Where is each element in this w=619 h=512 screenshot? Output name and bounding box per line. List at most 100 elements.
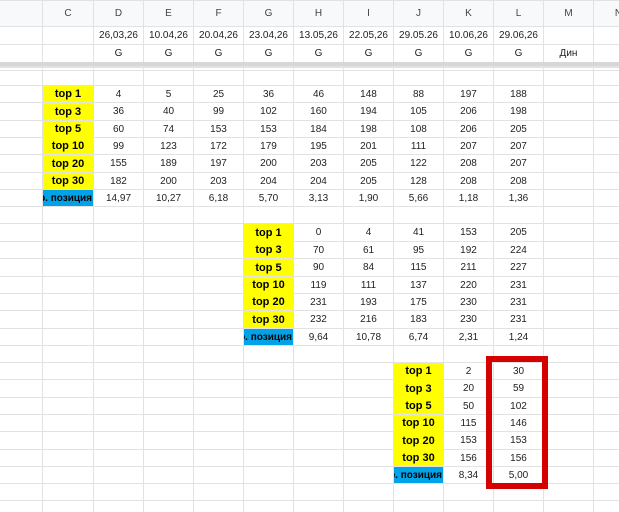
engine-cell[interactable]: G xyxy=(94,45,143,62)
value-cell[interactable]: 115 xyxy=(394,259,443,276)
value-cell[interactable]: 74 xyxy=(144,121,193,137)
column-header-i[interactable]: I xyxy=(344,1,393,26)
date-cell[interactable]: 29.06,26 xyxy=(494,27,543,44)
value-cell[interactable]: 193 xyxy=(344,294,393,310)
value-cell[interactable]: 111 xyxy=(394,138,443,154)
value-cell[interactable]: 224 xyxy=(494,242,543,258)
engine-cell[interactable]: G xyxy=(294,45,343,62)
avg-value-cell[interactable]: 9,64 xyxy=(294,329,343,345)
date-cell[interactable]: 23.04,26 xyxy=(244,27,293,44)
value-cell[interactable]: 231 xyxy=(494,277,543,293)
value-cell[interactable]: 156 xyxy=(494,450,543,466)
rank-label[interactable]: top 5 xyxy=(394,398,443,414)
column-header-g[interactable]: G xyxy=(244,1,293,26)
avg-value-cell[interactable]: 5,66 xyxy=(394,190,443,206)
spreadsheet-grid[interactable]: C D E F G H I J K L M N 26,03,26 10.04,26 20.04,26 23.0… xyxy=(0,0,619,512)
engine-cell[interactable]: G xyxy=(394,45,443,62)
avg-position-label[interactable]: Ср. позиция xyxy=(43,190,93,206)
value-cell[interactable]: 30 xyxy=(494,363,543,379)
value-cell[interactable]: 59 xyxy=(494,380,543,397)
value-cell[interactable]: 230 xyxy=(444,311,493,328)
value-cell[interactable]: 205 xyxy=(494,224,543,241)
avg-value-cell[interactable]: 6,18 xyxy=(194,190,243,206)
value-cell[interactable]: 206 xyxy=(444,121,493,137)
value-cell[interactable]: 128 xyxy=(394,173,443,189)
value-cell[interactable]: 153 xyxy=(444,224,493,241)
column-header-n[interactable]: N xyxy=(594,1,619,26)
value-cell[interactable]: 208 xyxy=(494,173,543,189)
avg-value-cell[interactable]: 2,31 xyxy=(444,329,493,345)
value-cell[interactable]: 194 xyxy=(344,103,393,120)
column-header-j[interactable]: J xyxy=(394,1,443,26)
date-cell[interactable]: 22.05,26 xyxy=(344,27,393,44)
value-cell[interactable]: 111 xyxy=(344,277,393,293)
value-cell[interactable]: 197 xyxy=(194,155,243,172)
value-cell[interactable]: 231 xyxy=(494,311,543,328)
value-cell[interactable]: 25 xyxy=(194,86,243,102)
value-cell[interactable]: 231 xyxy=(494,294,543,310)
value-cell[interactable]: 207 xyxy=(494,138,543,154)
avg-value-cell[interactable]: 10,27 xyxy=(144,190,193,206)
dynamics-header[interactable]: Дин xyxy=(544,45,593,62)
value-cell[interactable]: 123 xyxy=(144,138,193,154)
value-cell[interactable]: 137 xyxy=(394,277,443,293)
column-header-e[interactable]: E xyxy=(144,1,193,26)
value-cell[interactable]: 189 xyxy=(144,155,193,172)
value-cell[interactable]: 40 xyxy=(144,103,193,120)
rank-label[interactable]: top 10 xyxy=(394,415,443,431)
value-cell[interactable]: 148 xyxy=(344,86,393,102)
value-cell[interactable]: 188 xyxy=(494,86,543,102)
value-cell[interactable]: 205 xyxy=(344,173,393,189)
value-cell[interactable]: 153 xyxy=(444,432,493,449)
value-cell[interactable]: 230 xyxy=(444,294,493,310)
rank-label[interactable]: top 3 xyxy=(43,103,93,120)
value-cell[interactable]: 5 xyxy=(144,86,193,102)
value-cell[interactable]: 36 xyxy=(244,86,293,102)
value-cell[interactable]: 155 xyxy=(94,155,143,172)
value-cell[interactable]: 192 xyxy=(444,242,493,258)
value-cell[interactable]: 206 xyxy=(444,103,493,120)
value-cell[interactable]: 153 xyxy=(194,121,243,137)
value-cell[interactable]: 205 xyxy=(494,121,543,137)
rank-label[interactable]: top 30 xyxy=(394,450,443,466)
engine-cell[interactable]: G xyxy=(244,45,293,62)
value-cell[interactable]: 160 xyxy=(294,103,343,120)
avg-value-cell[interactable]: 1,18 xyxy=(444,190,493,206)
value-cell[interactable]: 203 xyxy=(294,155,343,172)
value-cell[interactable]: 231 xyxy=(294,294,343,310)
value-cell[interactable]: 220 xyxy=(444,277,493,293)
rank-label[interactable]: top 3 xyxy=(394,380,443,397)
engine-cell[interactable]: G xyxy=(494,45,543,62)
date-cell[interactable]: 10.04,26 xyxy=(144,27,193,44)
date-cell[interactable]: 20.04,26 xyxy=(194,27,243,44)
rank-label[interactable]: top 1 xyxy=(244,224,293,241)
value-cell[interactable]: 90 xyxy=(294,259,343,276)
value-cell[interactable]: 61 xyxy=(344,242,393,258)
rank-label[interactable]: top 20 xyxy=(244,294,293,310)
avg-value-cell[interactable]: 5,00 xyxy=(494,467,543,483)
date-cell[interactable]: 26,03,26 xyxy=(94,27,143,44)
column-header-c[interactable]: C xyxy=(43,1,93,26)
value-cell[interactable]: 182 xyxy=(94,173,143,189)
date-cell[interactable]: 13.05,26 xyxy=(294,27,343,44)
rank-label[interactable]: top 5 xyxy=(244,259,293,276)
value-cell[interactable]: 122 xyxy=(394,155,443,172)
value-cell[interactable]: 115 xyxy=(444,415,493,431)
value-cell[interactable]: 108 xyxy=(394,121,443,137)
column-header-f[interactable]: F xyxy=(194,1,243,26)
engine-cell[interactable]: G xyxy=(194,45,243,62)
value-cell[interactable]: 4 xyxy=(344,224,393,241)
value-cell[interactable]: 84 xyxy=(344,259,393,276)
value-cell[interactable]: 95 xyxy=(394,242,443,258)
value-cell[interactable]: 105 xyxy=(394,103,443,120)
value-cell[interactable]: 232 xyxy=(294,311,343,328)
rank-label[interactable]: top 30 xyxy=(43,173,93,189)
value-cell[interactable]: 46 xyxy=(294,86,343,102)
value-cell[interactable]: 183 xyxy=(394,311,443,328)
avg-value-cell[interactable]: 14,97 xyxy=(94,190,143,206)
rank-label[interactable]: top 20 xyxy=(394,432,443,449)
value-cell[interactable]: 36 xyxy=(94,103,143,120)
value-cell[interactable]: 88 xyxy=(394,86,443,102)
value-cell[interactable]: 119 xyxy=(294,277,343,293)
avg-value-cell[interactable]: 10,78 xyxy=(344,329,393,345)
